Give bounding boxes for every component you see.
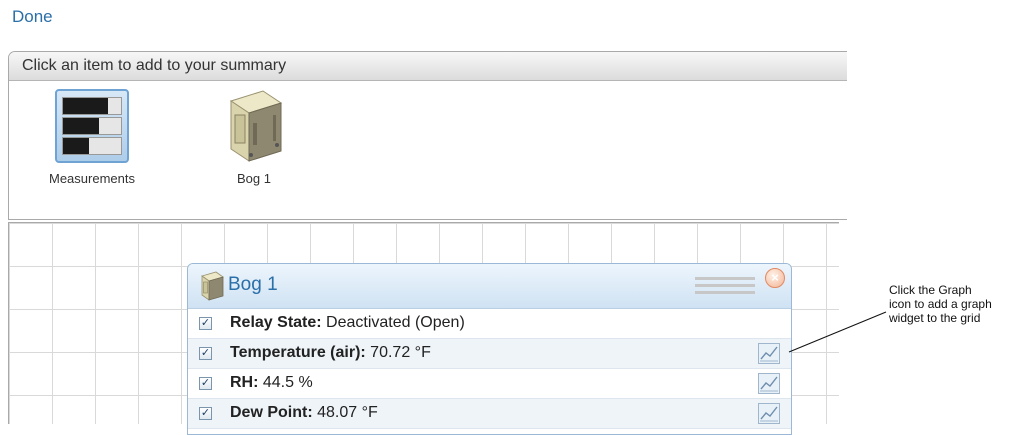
annotation-leader-line xyxy=(788,311,887,353)
annotation-line: widget to the grid xyxy=(889,311,981,325)
graph-icon-annotation: Click the Graph icon to add a graph widg… xyxy=(889,283,1027,325)
annotation-line: Click the Graph xyxy=(889,283,972,297)
annotation-line: icon to add a graph xyxy=(889,297,992,311)
